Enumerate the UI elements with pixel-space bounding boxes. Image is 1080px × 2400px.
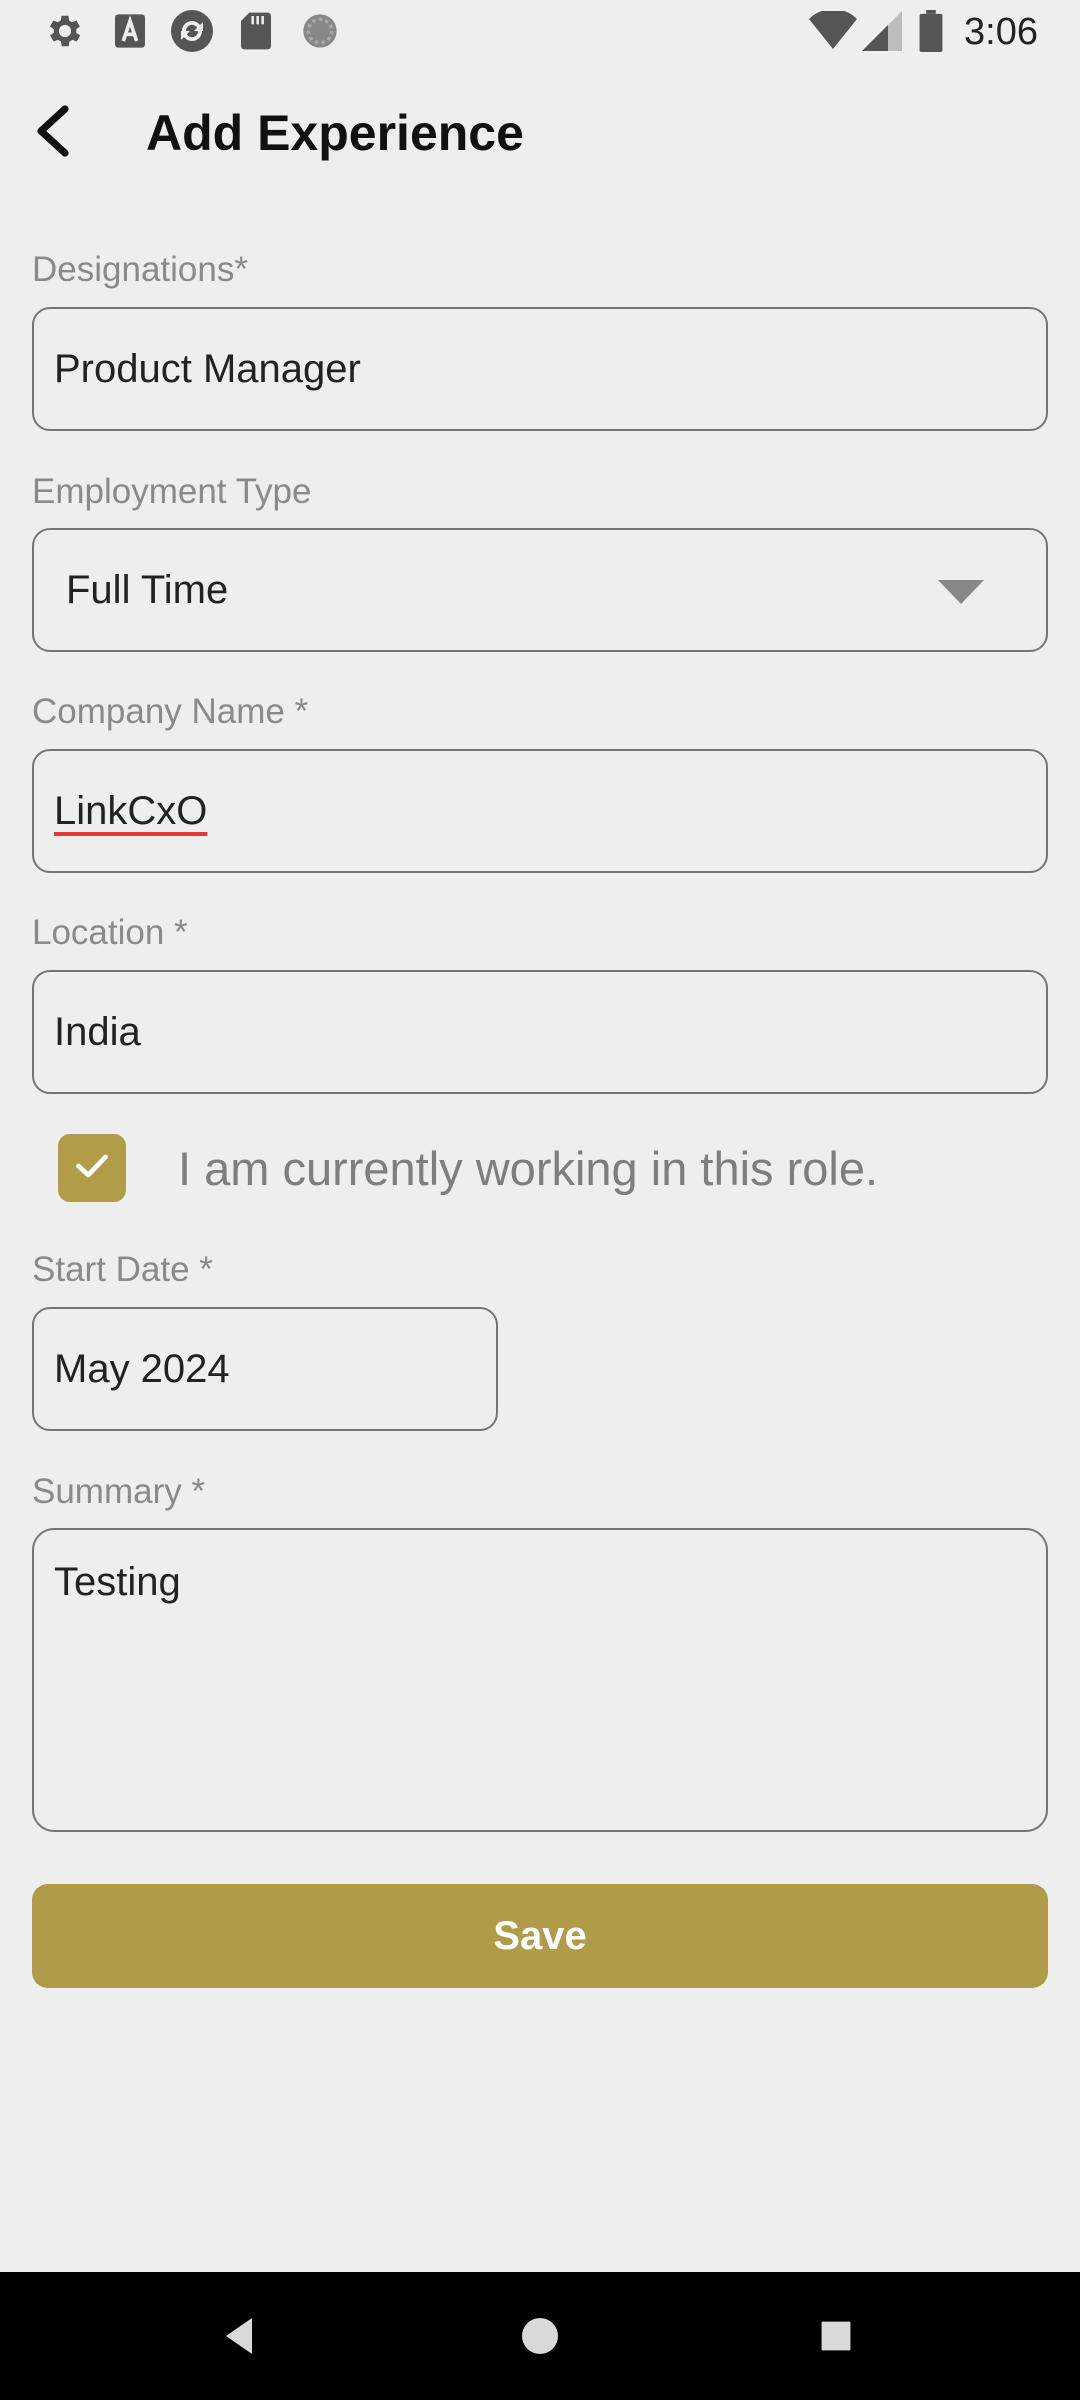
nav-home-button[interactable] xyxy=(508,2306,572,2370)
company-name-value-wrap: LinkCxO xyxy=(54,751,207,871)
settings-icon xyxy=(44,10,86,52)
location-value: India xyxy=(54,1009,141,1054)
nav-recents-button[interactable] xyxy=(804,2306,868,2370)
designation-field[interactable]: Product Manager xyxy=(32,307,1048,431)
nav-back-button[interactable] xyxy=(208,2306,272,2370)
designation-label: Designations* xyxy=(32,250,248,289)
system-nav-bar xyxy=(0,2272,1080,2400)
font-a-icon xyxy=(110,10,150,52)
current-role-label: I am currently working in this role. xyxy=(178,1142,879,1195)
signal-icon xyxy=(862,10,902,52)
battery-icon xyxy=(918,10,944,52)
designation-value: Product Manager xyxy=(54,346,361,391)
save-button[interactable]: Save xyxy=(32,1884,1048,1988)
location-field[interactable]: India xyxy=(32,970,1048,1094)
company-name-field[interactable]: LinkCxO xyxy=(32,749,1048,873)
arrow-back-icon xyxy=(33,104,73,162)
start-date-label: Start Date * xyxy=(32,1250,213,1289)
summary-textarea[interactable]: Testing xyxy=(32,1528,1048,1832)
employment-type-value: Full Time xyxy=(66,567,229,612)
sd-card-icon xyxy=(238,10,274,52)
page-title: Add Experience xyxy=(146,105,524,161)
loading-icon xyxy=(300,10,340,52)
app-header: Add Experience xyxy=(0,90,1080,176)
checkmark-icon xyxy=(74,1151,110,1186)
employment-type-label: Employment Type xyxy=(32,472,312,511)
back-triangle-icon xyxy=(220,2316,260,2361)
status-time: 3:06 xyxy=(964,11,1038,53)
location-label: Location * xyxy=(32,913,188,952)
status-bar: 3:06 xyxy=(0,0,1080,64)
dropdown-arrow-icon xyxy=(938,580,984,604)
summary-label: Summary * xyxy=(32,1472,206,1511)
company-name-value: LinkCxO xyxy=(54,788,208,833)
current-role-checkbox[interactable] xyxy=(58,1134,126,1202)
home-circle-icon xyxy=(520,2316,560,2361)
start-date-value: May 2024 xyxy=(54,1346,230,1391)
wifi-icon xyxy=(808,10,858,52)
recents-square-icon xyxy=(818,2318,854,2359)
back-button[interactable] xyxy=(18,98,88,168)
employment-type-dropdown[interactable]: Full Time xyxy=(32,528,1048,652)
sync-icon xyxy=(168,10,216,52)
summary-value: Testing xyxy=(54,1560,181,1604)
company-name-label: Company Name * xyxy=(32,692,309,731)
start-date-field[interactable]: May 2024 xyxy=(32,1307,498,1431)
